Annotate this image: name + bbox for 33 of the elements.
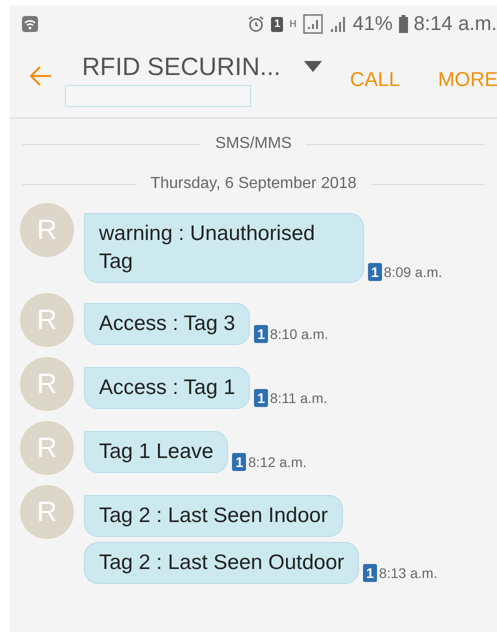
input-field[interactable] <box>65 85 251 107</box>
message-bubble: Access : Tag 1 <box>84 367 250 409</box>
signal-icon <box>328 15 347 33</box>
conversation-title: RFID SECURIN... <box>82 53 281 82</box>
sim-badge: 1 <box>232 453 246 471</box>
battery-icon <box>398 15 408 33</box>
date-label: Thursday, 6 September 2018 <box>150 175 357 193</box>
wifi-icon <box>22 16 38 32</box>
sim-badge: 1 <box>363 564 377 582</box>
message-bubble: Access : Tag 3 <box>84 303 250 345</box>
message-time: 8:11 a.m. <box>270 390 328 406</box>
header-action-button[interactable]: CALL <box>350 69 400 92</box>
message-bubble: Tag 2 : Last Seen Outdoor <box>84 542 360 584</box>
header-action-button[interactable]: MORE <box>438 69 497 92</box>
network-type: H <box>289 18 297 30</box>
sim-badge: 1 <box>254 325 268 343</box>
sim-indicator: 1 <box>271 16 284 32</box>
message-time: 8:12 a.m. <box>248 454 307 470</box>
channel-label: SMS/MMS <box>215 135 292 153</box>
sim-badge: 1 <box>254 389 268 407</box>
message-time: 8:13 a.m. <box>378 565 438 581</box>
battery-percent: 41% <box>352 12 393 36</box>
message-time: 8:09 a.m. <box>384 264 442 280</box>
message-time: 8:10 a.m. <box>270 326 328 342</box>
signal-icon <box>302 14 323 34</box>
message-bubble: Tag 1 Leave <box>84 431 228 473</box>
status-time: 8:14 a.m. <box>414 12 497 36</box>
message-bubble: Tag 2 : Last Seen Indoor <box>84 495 343 537</box>
dropdown-icon[interactable] <box>304 61 322 73</box>
sim-badge: 1 <box>368 263 382 281</box>
message-bubble: warning : Unauthorised Tag <box>84 213 364 283</box>
alarm-icon <box>247 15 266 33</box>
back-arrow-icon[interactable] <box>28 65 52 87</box>
